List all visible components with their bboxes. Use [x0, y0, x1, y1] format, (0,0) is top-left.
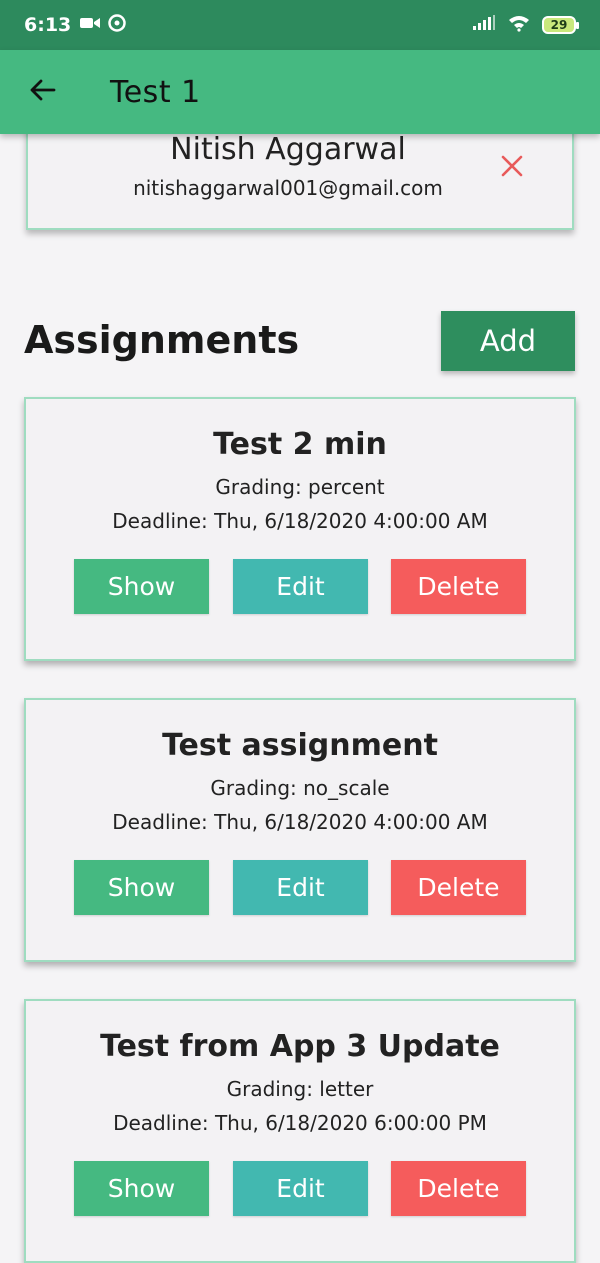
- delete-button[interactable]: Delete: [391, 860, 526, 915]
- arrow-left-icon: [28, 78, 56, 106]
- assignment-grading: Grading: percent: [215, 475, 385, 499]
- assignment-card: Test assignment Grading: no_scale Deadli…: [24, 698, 576, 962]
- edit-button[interactable]: Edit: [233, 860, 368, 915]
- remove-user-button[interactable]: [494, 150, 530, 186]
- assignment-title: Test from App 3 Update: [100, 1029, 500, 1064]
- back-button[interactable]: [0, 50, 84, 134]
- assignment-card: Test 2 min Grading: percent Deadline: Th…: [24, 397, 576, 661]
- assignments-heading: Assignments: [24, 318, 300, 362]
- show-button[interactable]: Show: [74, 860, 209, 915]
- show-button[interactable]: Show: [74, 559, 209, 614]
- assignment-card: Test from App 3 Update Grading: letter D…: [24, 999, 576, 1263]
- status-time: 6:13: [24, 14, 72, 36]
- show-button[interactable]: Show: [74, 1161, 209, 1216]
- delete-button[interactable]: Delete: [391, 1161, 526, 1216]
- battery-indicator: 29: [542, 16, 579, 34]
- signal-icon: [472, 14, 496, 36]
- edit-button[interactable]: Edit: [233, 1161, 368, 1216]
- status-left-icons: [79, 13, 127, 38]
- data-saver-icon: [107, 13, 127, 38]
- edit-button[interactable]: Edit: [233, 559, 368, 614]
- add-assignment-button[interactable]: Add: [441, 311, 575, 371]
- assignment-deadline: Deadline: Thu, 6/18/2020 6:00:00 PM: [113, 1111, 487, 1135]
- assignment-deadline: Deadline: Thu, 6/18/2020 4:00:00 AM: [112, 509, 488, 533]
- video-icon: [79, 14, 101, 36]
- assignment-grading: Grading: no_scale: [210, 776, 390, 800]
- user-email: nitishaggarwal001@gmail.com: [133, 176, 443, 200]
- page-title: Test 1: [110, 74, 201, 110]
- status-right: 29: [472, 14, 579, 37]
- status-bar: 6:13 29: [0, 0, 600, 50]
- assignment-grading: Grading: letter: [226, 1077, 374, 1101]
- wifi-icon: [508, 14, 530, 37]
- assignment-title: Test assignment: [162, 728, 438, 763]
- delete-button[interactable]: Delete: [391, 559, 526, 614]
- close-icon: [501, 155, 523, 181]
- app-bar: Test 1: [0, 50, 600, 134]
- user-name: Nitish Aggarwal: [170, 132, 406, 167]
- assignment-title: Test 2 min: [213, 427, 387, 462]
- assignment-deadline: Deadline: Thu, 6/18/2020 4:00:00 AM: [112, 810, 488, 834]
